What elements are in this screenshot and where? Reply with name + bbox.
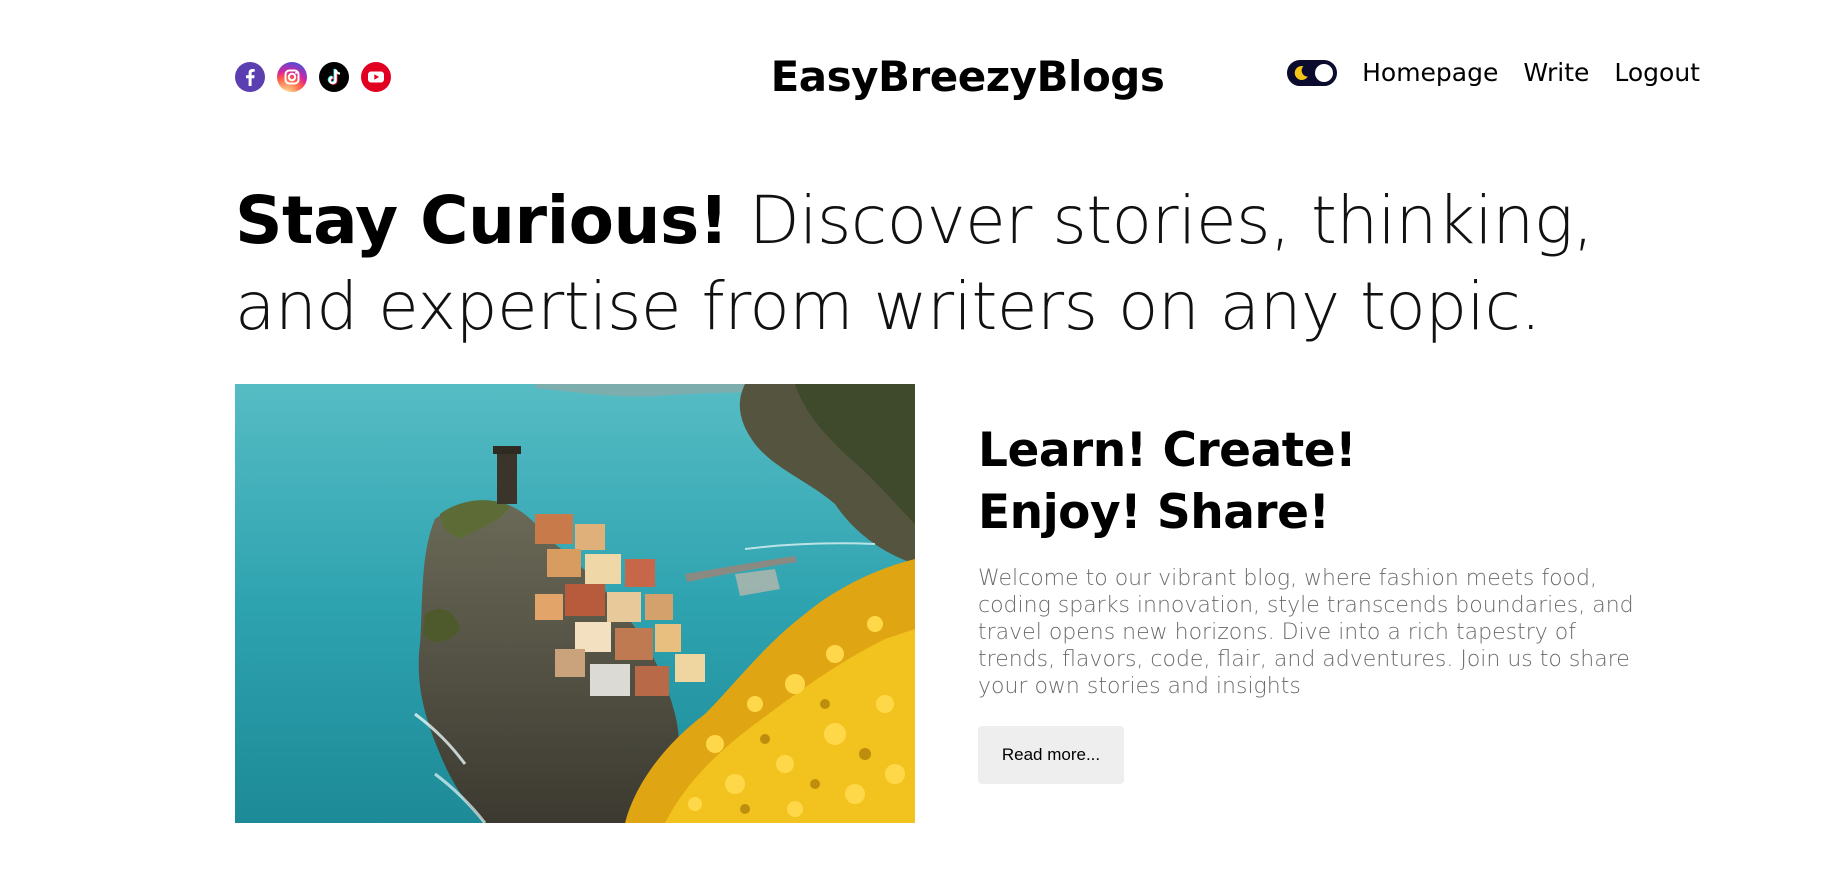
hero-heading-bold: Stay Curious! xyxy=(235,182,729,259)
nav-link-write[interactable]: Write xyxy=(1523,58,1589,87)
youtube-icon[interactable] xyxy=(361,62,391,92)
navbar: EasyBreezyBlogs Homepage Write Logout xyxy=(235,52,1700,102)
instagram-icon[interactable] xyxy=(277,62,307,92)
social-links xyxy=(235,62,391,92)
facebook-icon[interactable] xyxy=(235,62,265,92)
hero-heading: Stay Curious! Discover stories, thinking… xyxy=(235,178,1615,350)
nav-menu: Homepage Write Logout xyxy=(1287,58,1700,87)
theme-toggle[interactable] xyxy=(1287,59,1338,86)
page: EasyBreezyBlogs Homepage Write Logout St… xyxy=(0,0,1833,880)
tiktok-icon[interactable] xyxy=(319,62,349,92)
read-more-button[interactable]: Read more... xyxy=(978,726,1124,784)
nav-link-logout[interactable]: Logout xyxy=(1614,58,1700,87)
featured-post-image[interactable] xyxy=(235,384,915,823)
featured-post-title[interactable]: Learn! Create! Enjoy! Share! xyxy=(978,420,1518,544)
toggle-knob xyxy=(1315,63,1334,82)
nav-link-homepage[interactable]: Homepage xyxy=(1362,58,1498,87)
moon-icon xyxy=(1294,65,1308,80)
featured-post-description: Welcome to our vibrant blog, where fashi… xyxy=(978,566,1634,699)
